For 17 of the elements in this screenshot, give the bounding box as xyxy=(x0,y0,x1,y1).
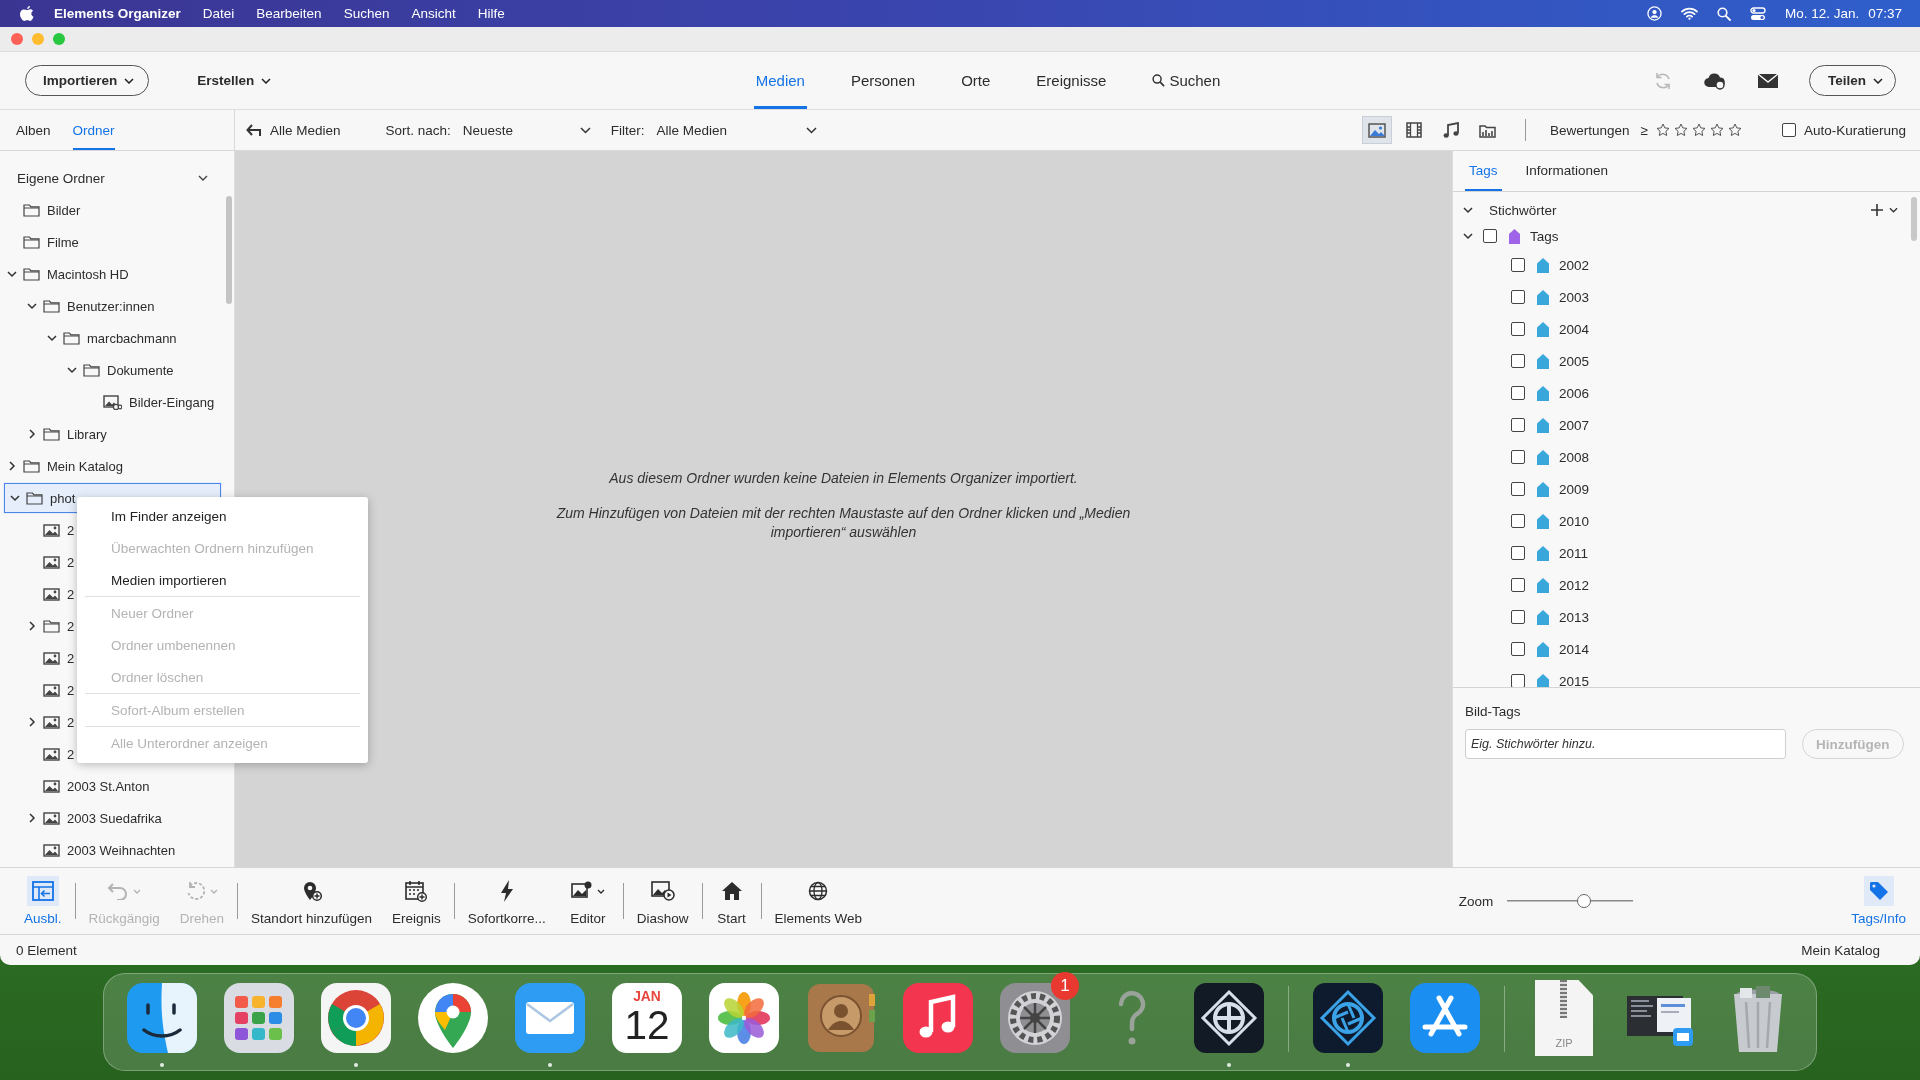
item-count: 0 Element xyxy=(16,942,77,958)
empty-message: Zum Hinzufügen von Dateien mit der rechten Maustaste auf den Ordner klicken und „Medien importieren“ auswählen xyxy=(555,503,1132,542)
ratings-label: Bewertungen xyxy=(1549,122,1630,138)
empty-message: Aus diesem Ordner wurden keine Dateien in Elements Organizer importiert. xyxy=(609,468,1078,488)
notification-badge: 1 xyxy=(1051,972,1079,1000)
section-title: Eigene Ordner xyxy=(17,170,105,186)
section-title: Bild-Tags xyxy=(1465,704,1522,719)
zoom-label: Zoom xyxy=(1458,893,1494,909)
checkbox-label: Auto-Kuratierung xyxy=(1803,122,1906,138)
sort-label: Sort. nach: xyxy=(385,122,451,138)
ratings-operator: ≥ xyxy=(1640,122,1648,138)
calendar-day: 12 xyxy=(624,1003,670,1048)
filter-label: Filter: xyxy=(610,122,645,138)
catalog-name: Mein Katalog xyxy=(1801,942,1880,958)
section-title: Stichwörter xyxy=(1489,202,1557,218)
file-type-label: ZIP xyxy=(1555,1037,1573,1049)
calendar-month: JAN xyxy=(633,987,661,1004)
